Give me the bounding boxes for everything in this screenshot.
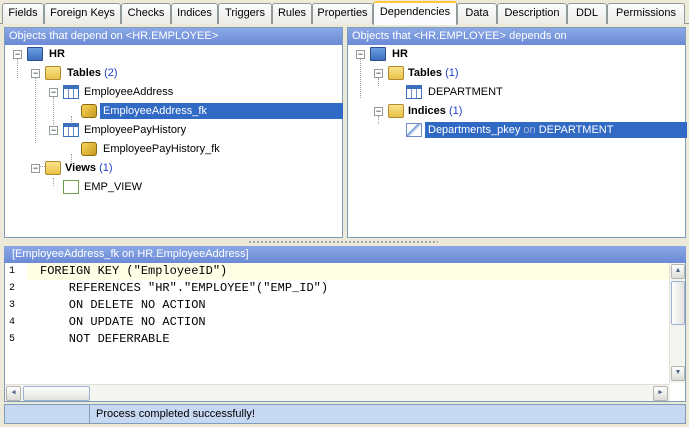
views-label: Views [65, 162, 96, 174]
collapse-icon[interactable]: − [49, 126, 58, 135]
table-icon [63, 85, 79, 99]
foreign-key-icon [81, 142, 97, 156]
tab-data[interactable]: Data [457, 3, 497, 24]
collapse-icon[interactable]: − [13, 50, 22, 59]
horizontal-scrollbar[interactable]: ◀ ▶ [5, 384, 670, 401]
line-number: 2 [9, 283, 16, 294]
tab-permissions[interactable]: Permissions [607, 3, 685, 24]
collapse-icon[interactable]: − [374, 69, 383, 78]
dependents-panel-title: Objects that depend on <HR.EMPLOYEE> [5, 28, 342, 45]
status-bar: Process completed successfully! [4, 404, 686, 424]
index-table: DEPARTMENT [538, 124, 614, 136]
tab-fields[interactable]: Fields [2, 3, 44, 24]
tables-count: (1) [445, 67, 459, 79]
status-progress-area [5, 405, 90, 423]
folder-icon [388, 66, 404, 80]
tab-foreign-keys[interactable]: Foreign Keys [44, 3, 121, 24]
code-line[interactable]: FOREIGN KEY ("EmployeeID") [27, 263, 672, 280]
collapse-icon[interactable]: − [31, 69, 40, 78]
code-line[interactable]: ON UPDATE NO ACTION [40, 314, 206, 331]
vertical-scrollbar[interactable]: ▲ ▼ [669, 263, 685, 383]
tab-checks[interactable]: Checks [121, 3, 171, 24]
collapse-icon[interactable]: − [49, 88, 58, 97]
indices-label: Indices [408, 105, 446, 117]
collapse-icon[interactable]: − [31, 164, 40, 173]
tables-label: Tables [408, 67, 443, 79]
code-line[interactable]: NOT DEFERRABLE [40, 331, 170, 348]
collapse-icon[interactable]: − [374, 107, 383, 116]
line-number: 3 [9, 300, 16, 311]
horizontal-scroll-thumb[interactable] [23, 386, 90, 401]
dependencies-panel: Objects that <HR.EMPLOYEE> depends on − … [347, 27, 687, 238]
index-icon [406, 123, 422, 137]
tables-count: (2) [104, 67, 118, 79]
tables-label: Tables [67, 67, 102, 79]
collapse-icon[interactable]: − [356, 50, 365, 59]
index-name: Departments_pkey [428, 124, 521, 136]
code-line[interactable]: ON DELETE NO ACTION [40, 297, 206, 314]
line-number: 4 [9, 317, 16, 328]
folder-icon [45, 66, 61, 80]
table-icon [406, 85, 422, 99]
tab-indices[interactable]: Indices [171, 3, 218, 24]
folder-icon [388, 104, 404, 118]
line-number: 1 [9, 266, 16, 277]
dependents-panel: Objects that depend on <HR.EMPLOYEE> − H… [4, 27, 343, 238]
tab-rules[interactable]: Rules [272, 3, 312, 24]
table-icon [63, 123, 79, 137]
vertical-scroll-thumb[interactable] [671, 281, 685, 325]
splitter-grip[interactable] [248, 240, 438, 244]
tab-ddl[interactable]: DDL [567, 3, 607, 24]
tab-description[interactable]: Description [497, 3, 567, 24]
database-icon [370, 47, 386, 61]
views-count: (1) [99, 162, 113, 174]
scroll-down-icon[interactable]: ▼ [671, 366, 685, 381]
database-icon [27, 47, 43, 61]
folder-icon [45, 161, 61, 175]
scroll-right-icon[interactable]: ▶ [653, 386, 668, 401]
ddl-panel-title: [EmployeeAddress_fk on HR.EmployeeAddres… [4, 246, 686, 263]
index-on-label: on [523, 124, 536, 136]
foreign-key-icon [81, 104, 97, 118]
scroll-left-icon[interactable]: ◀ [6, 386, 21, 401]
tab-dependencies[interactable]: Dependencies [373, 1, 457, 25]
tab-bar: Fields Foreign Keys Checks Indices Trigg… [0, 0, 689, 25]
splitter[interactable] [0, 238, 689, 246]
code-line[interactable]: REFERENCES "HR"."EMPLOYEE"("EMP_ID") [40, 280, 328, 297]
view-icon [63, 180, 79, 194]
indices-count: (1) [448, 105, 463, 117]
ddl-editor[interactable]: 1 2 3 4 5 FOREIGN KEY ("EmployeeID") REF… [4, 263, 686, 402]
status-message: Process completed successfully! [96, 408, 255, 420]
scroll-up-icon[interactable]: ▲ [671, 264, 685, 279]
dependencies-panel-title: Objects that <HR.EMPLOYEE> depends on [348, 28, 685, 45]
line-number: 5 [9, 334, 16, 345]
tab-triggers[interactable]: Triggers [218, 3, 272, 24]
tab-properties[interactable]: Properties [312, 3, 373, 24]
